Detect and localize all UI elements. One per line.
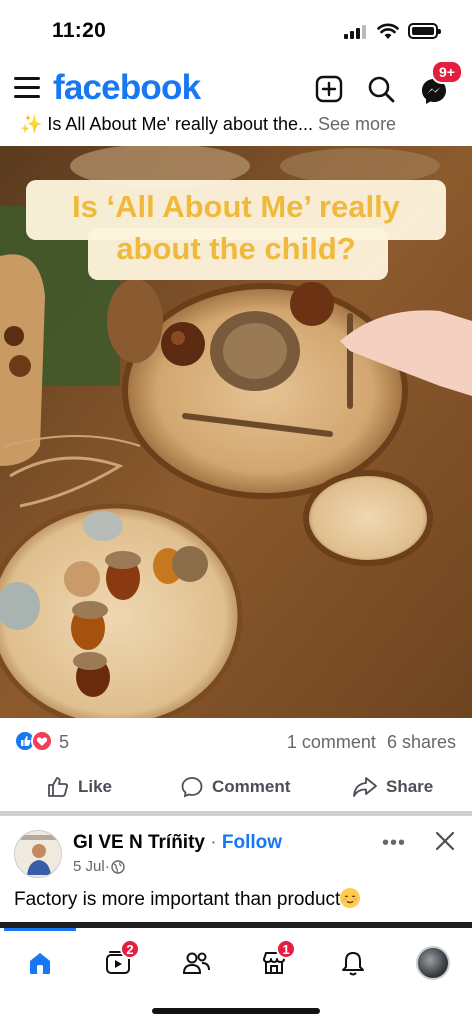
friends-icon: [182, 952, 210, 974]
wifi-icon: [377, 23, 399, 39]
comment-label: Comment: [212, 777, 291, 796]
nav-profile[interactable]: [413, 945, 453, 981]
love-reaction-icon: [31, 730, 53, 752]
marketplace-badge: 1: [276, 939, 296, 959]
nav-marketplace[interactable]: 1: [254, 939, 296, 981]
home-icon: [30, 953, 50, 974]
follow-button[interactable]: Follow: [222, 832, 282, 853]
comment-icon: [181, 777, 203, 798]
share-button[interactable]: Share: [352, 772, 433, 802]
search-icon[interactable]: [366, 74, 396, 104]
profile-avatar: [416, 946, 450, 980]
nav-home[interactable]: [20, 945, 60, 981]
more-options-icon[interactable]: •••: [382, 832, 406, 855]
overlay-line-2: about the child?: [116, 231, 356, 266]
bell-icon: [342, 952, 364, 976]
post-divider: [0, 811, 472, 816]
globe-icon: [110, 859, 125, 874]
name-separator: ·: [204, 832, 222, 853]
post-meta: 5 Jul ·: [73, 858, 125, 875]
reaction-count: 5: [59, 732, 70, 752]
comment-button[interactable]: Comment: [180, 772, 290, 802]
close-icon[interactable]: [434, 830, 456, 852]
next-post-card[interactable]: GI VE N Tríñity · Follow 5 Jul · ••• Fac…: [0, 818, 472, 928]
post-image[interactable]: Is ‘All About Me’ really about the child…: [0, 146, 472, 718]
like-label: Like: [78, 777, 113, 796]
overlay-line-1: Is ‘All About Me’ really: [72, 189, 400, 224]
author-name[interactable]: GI VE N Tríñity: [73, 832, 205, 853]
facebook-logo[interactable]: facebook: [53, 68, 201, 108]
status-bar: 11:20: [0, 0, 472, 62]
app-header: facebook: [0, 62, 472, 114]
bottom-nav: 2 1: [0, 931, 472, 997]
author-name-line: GI VE N Tríñity · Follow: [73, 832, 282, 854]
home-indicator[interactable]: [152, 1008, 320, 1014]
post-text[interactable]: ✨ Is All About Me' really about the... S…: [20, 110, 460, 150]
post-date[interactable]: 5 Jul: [73, 858, 105, 875]
post-actions: Like Comment Share: [0, 766, 472, 808]
see-more-link[interactable]: See more: [318, 114, 396, 134]
menu-icon[interactable]: [14, 77, 40, 99]
like-icon: [48, 777, 68, 797]
status-time: 11:20: [52, 19, 107, 42]
add-icon[interactable]: [314, 74, 344, 104]
messenger-badge: 9+: [431, 60, 463, 84]
video-badge: 2: [120, 939, 140, 959]
share-icon: [353, 777, 377, 797]
like-button[interactable]: Like: [46, 772, 112, 802]
meta-separator: ·: [104, 858, 110, 875]
post-text-preview: ✨ Is All About Me' really about the...: [20, 114, 314, 134]
nav-video[interactable]: 2: [98, 939, 140, 981]
next-post-body: Factory is more important than product: [14, 889, 341, 910]
relieved-face-emoji: [340, 888, 361, 908]
nav-notifications[interactable]: [333, 945, 373, 981]
battery-icon: [408, 23, 441, 39]
share-label: Share: [386, 777, 434, 796]
signal-icon: [344, 25, 368, 39]
author-avatar[interactable]: [14, 830, 62, 878]
image-overlay-title: Is ‘All About Me’ really about the child…: [26, 186, 446, 270]
next-post-text[interactable]: Factory is more important than product: [14, 888, 361, 911]
engagement-stats[interactable]: 1 comment 6 shares: [281, 732, 456, 753]
nav-friends[interactable]: [176, 945, 216, 981]
share-count[interactable]: 6 shares: [387, 732, 456, 752]
comment-count[interactable]: 1 comment: [287, 732, 376, 752]
